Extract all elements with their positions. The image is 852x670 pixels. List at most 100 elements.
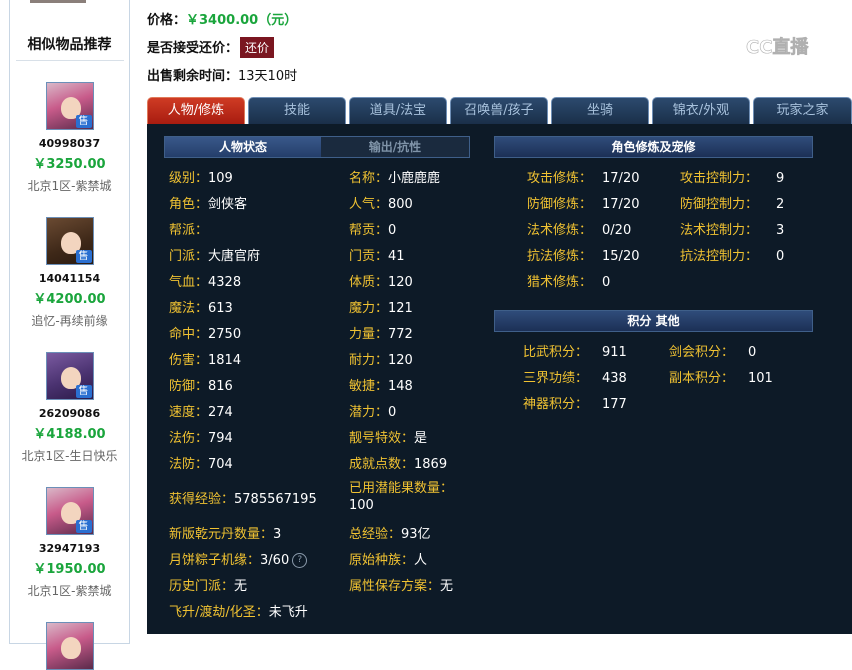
recommended-item[interactable] bbox=[10, 622, 129, 670]
item-price: ￥3250.00 bbox=[33, 157, 106, 172]
stat-hit: 命中：2750 bbox=[169, 327, 242, 342]
stat-school: 门派：大唐官府 bbox=[169, 249, 261, 264]
stat-magic-defense: 法防：704 bbox=[169, 457, 233, 472]
character-avatar[interactable]: 售 bbox=[45, 352, 94, 400]
tab-skills[interactable]: 技能 bbox=[248, 97, 346, 124]
stat-role: 角色：剑侠客 bbox=[169, 197, 248, 212]
ctrl-defense: 防御控制力： 2 bbox=[680, 197, 785, 212]
cult-resist: 抗法修炼： 15/20 bbox=[527, 249, 640, 264]
stat-constitution: 体质：120 bbox=[349, 275, 413, 290]
subtab-character-status[interactable]: 人物状态 bbox=[165, 137, 321, 157]
tab-mounts[interactable]: 坐骑 bbox=[551, 97, 649, 124]
item-server: 北京1区-紫禁城 bbox=[27, 584, 112, 598]
stat-name: 名称：小鹿鹿鹿 bbox=[349, 171, 441, 186]
character-avatar[interactable] bbox=[45, 622, 94, 670]
score-artifact: 神器积分： 177 bbox=[523, 397, 627, 412]
time-row: 出售剩余时间：13天10时 bbox=[147, 65, 297, 84]
item-price: ￥4200.00 bbox=[33, 292, 106, 307]
tab-pets[interactable]: 召唤兽/孩子 bbox=[450, 97, 548, 124]
tab-home[interactable]: 玩家之家 bbox=[753, 97, 852, 124]
stat-strength: 力量：772 bbox=[349, 327, 413, 342]
for-sale-badge-icon: 售 bbox=[75, 385, 92, 398]
subtab-output-resistance[interactable]: 输出/抗性 bbox=[321, 137, 469, 157]
recommended-item[interactable]: 售 32947193 ￥1950.00 北京1区-紫禁城 bbox=[10, 487, 129, 599]
stat-mooncake: 月饼粽子机缘：3/60? bbox=[169, 549, 308, 568]
stat-ascend: 飞升/渡劫/化圣：未飞升 bbox=[169, 605, 308, 620]
stat-race: 原始种族：人 bbox=[349, 553, 428, 568]
stat-damage: 伤害：1814 bbox=[169, 353, 242, 368]
sidebar-top-image-edge bbox=[30, 0, 86, 3]
stat-speed: 速度：274 bbox=[169, 405, 233, 420]
bargain-button[interactable]: 还价 bbox=[240, 37, 275, 58]
category-tabs: 人物/修炼 技能 道具/法宝 召唤兽/孩子 坐骑 锦衣/外观 玩家之家 bbox=[147, 97, 852, 125]
stat-total-exp: 总经验：93亿 bbox=[349, 527, 431, 542]
stat-exp: 获得经验：5785567195 bbox=[169, 492, 317, 507]
character-panel: 人物状态 输出/抗性 级别：109 角色：剑侠客 帮派： 门派：大唐官府 气血：… bbox=[147, 124, 852, 634]
scores-header: 积分 其他 bbox=[494, 310, 813, 332]
item-price: ￥4188.00 bbox=[33, 427, 106, 442]
stat-potential: 潜力：0 bbox=[349, 405, 397, 420]
sidebar-title: 相似物品推荐 bbox=[27, 37, 112, 53]
character-avatar[interactable]: 售 bbox=[45, 217, 94, 265]
sidebar-divider bbox=[16, 60, 124, 61]
avatar-face bbox=[60, 637, 81, 659]
stat-defense: 防御：816 bbox=[169, 379, 233, 394]
time-label: 出售剩余时间： bbox=[147, 69, 239, 84]
bargain-label: 是否接受还价： bbox=[147, 41, 239, 56]
stat-hp: 气血：4328 bbox=[169, 275, 242, 290]
logo-text: CC直播 bbox=[746, 36, 809, 58]
for-sale-badge-icon: 售 bbox=[75, 520, 92, 533]
stat-agility: 敏捷：148 bbox=[349, 379, 413, 394]
recommended-item[interactable]: 售 14041154 ￥4200.00 追忆-再续前缘 bbox=[10, 217, 129, 329]
cult-attack: 攻击修炼： 17/20 bbox=[527, 171, 640, 186]
tab-items[interactable]: 道具/法宝 bbox=[349, 97, 447, 124]
character-avatar[interactable]: 售 bbox=[45, 82, 94, 130]
recommended-item[interactable]: 售 40998037 ￥3250.00 北京1区-紫禁城 bbox=[10, 82, 129, 194]
recommended-item[interactable]: 售 26209086 ￥4188.00 北京1区-生日快乐 bbox=[10, 352, 129, 464]
cult-hunt: 猎术修炼： 0 bbox=[527, 275, 611, 290]
price-label: 价格： bbox=[147, 13, 187, 28]
item-server: 追忆-再续前缘 bbox=[31, 314, 108, 328]
cc-live-logo-icon: CC直播 bbox=[716, 33, 810, 58]
item-id: 14041154 bbox=[38, 272, 101, 285]
ctrl-resist: 抗法控制力： 0 bbox=[680, 249, 785, 264]
tab-outfits[interactable]: 锦衣/外观 bbox=[652, 97, 750, 124]
stat-potion-count: 已用潜能果数量： 100 bbox=[349, 481, 454, 513]
item-price: ￥1950.00 bbox=[33, 562, 106, 577]
stat-magic-power: 魔力：121 bbox=[349, 301, 413, 316]
price-row: 价格：￥3400.00（元） bbox=[147, 9, 297, 28]
item-server: 北京1区-生日快乐 bbox=[21, 449, 118, 463]
stat-attr-plan: 属性保存方案：无 bbox=[349, 579, 454, 594]
status-subtabs: 人物状态 输出/抗性 bbox=[164, 136, 470, 158]
item-id: 26209086 bbox=[38, 407, 101, 420]
help-icon[interactable]: ? bbox=[292, 553, 308, 568]
stat-popularity: 人气：800 bbox=[349, 197, 413, 212]
item-server: 北京1区-紫禁城 bbox=[27, 179, 112, 193]
stat-mp: 魔法：613 bbox=[169, 301, 233, 316]
similar-items-sidebar: 相似物品推荐 售 40998037 ￥3250.00 北京1区-紫禁城 售 14… bbox=[9, 0, 130, 670]
ctrl-attack: 攻击控制力： 9 bbox=[680, 171, 785, 186]
score-sword: 剑会积分： 0 bbox=[669, 345, 757, 360]
stat-endurance: 耐力：120 bbox=[349, 353, 413, 368]
stat-guild: 帮派： bbox=[169, 223, 209, 238]
price-value: ￥3400.00（元） bbox=[186, 13, 298, 28]
stat-special-id: 靓号特效：是 bbox=[349, 431, 428, 446]
cultivation-header: 角色修炼及宠修 bbox=[494, 136, 813, 158]
item-id: 40998037 bbox=[38, 137, 101, 150]
score-merit: 三界功绩： 438 bbox=[523, 371, 627, 386]
item-id: 32947193 bbox=[38, 542, 101, 555]
time-value: 13天10时 bbox=[238, 69, 298, 84]
stat-magic-damage: 法伤：794 bbox=[169, 431, 233, 446]
tab-character[interactable]: 人物/修炼 bbox=[147, 97, 245, 124]
ctrl-magic: 法术控制力： 3 bbox=[680, 223, 785, 238]
stat-school-contrib: 门贡：41 bbox=[349, 249, 405, 264]
cc-live-watermark: CC直播 bbox=[716, 33, 828, 59]
stat-level: 级别：109 bbox=[169, 171, 233, 186]
character-avatar[interactable]: 售 bbox=[45, 487, 94, 535]
score-pvp: 比武积分： 911 bbox=[523, 345, 627, 360]
stat-history-school: 历史门派：无 bbox=[169, 579, 248, 594]
stat-qianyuan: 新版乾元丹数量：3 bbox=[169, 527, 282, 542]
for-sale-badge-icon: 售 bbox=[75, 250, 92, 263]
stat-guild-contrib: 帮贡：0 bbox=[349, 223, 397, 238]
cult-magic: 法术修炼： 0/20 bbox=[527, 223, 632, 238]
